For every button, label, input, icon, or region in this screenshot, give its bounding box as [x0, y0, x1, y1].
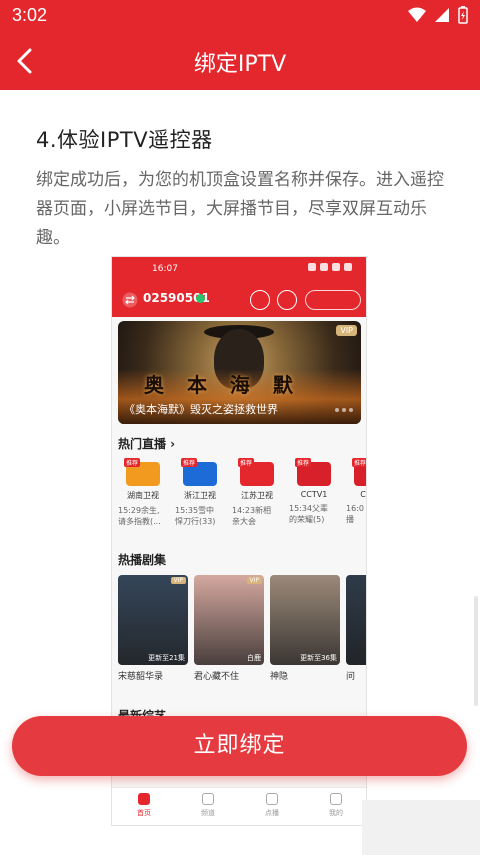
preview-channel: 推荐 CCTV1 15:34父辈 的荣耀(5): [289, 458, 339, 525]
drama-episode: 更新至36集: [300, 654, 337, 662]
bind-now-button[interactable]: 立即绑定: [12, 716, 467, 776]
drama-poster: VIP 更新至21集: [118, 575, 188, 665]
channel-tag: 推荐: [181, 458, 198, 467]
corner-shade: [362, 800, 480, 855]
banner-vip-badge: VIP: [336, 325, 357, 336]
drama-name: 问: [346, 672, 356, 682]
channel-logo-icon: 推荐: [181, 458, 217, 486]
drama-episode: 白鹿: [247, 654, 261, 662]
preview-channel: 推荐湖南卫视 15:29余生, 请多指教(...: [118, 458, 168, 527]
drama-vip-badge: VIP: [170, 577, 186, 584]
preview-tab-bar: 首页 频道 点播 我的: [112, 787, 366, 825]
preview-tab-home: 首页: [112, 788, 176, 825]
page-title: 绑定IPTV: [193, 52, 287, 77]
preview-drama: VIP 白鹿君心藏不住: [194, 575, 264, 682]
channel-program: 16:0 播: [346, 504, 364, 524]
channel-name: 浙江卫视: [184, 491, 216, 500]
preview-channel: 推荐江苏卫视 14:23新相 亲大会: [232, 458, 282, 527]
preview-drama: 问: [346, 575, 366, 682]
signal-icon: [435, 8, 449, 22]
drama-name: 宋慈韶华录: [118, 672, 164, 682]
preview-banner: 奥 本 海 默 VIP 《奥本海默》毁灭之姿拯救世界: [118, 321, 361, 424]
connected-check-icon: [196, 294, 205, 303]
battery-icon: [458, 6, 468, 24]
preview-tab-channel: 频道: [176, 788, 240, 825]
channel-tag: 推荐: [352, 458, 367, 467]
preview-menu-pill: [305, 290, 361, 310]
channel-logo-icon: 推荐: [238, 458, 274, 486]
preview-status-time: 16:07: [152, 264, 178, 274]
preview-status-bar: 16:07: [112, 257, 366, 282]
channel-program: 15:34父辈 的荣耀(5): [289, 504, 329, 524]
drama-poster: VIP 白鹿: [194, 575, 264, 665]
drama-poster: 更新至36集: [270, 575, 340, 665]
status-icons: [408, 6, 468, 24]
preview-tab-vod: 点播: [240, 788, 304, 825]
channel-program: 14:23新相 亲大会: [232, 506, 272, 526]
channel-logo-icon: 推荐: [295, 458, 331, 486]
preview-top-bar: 02590501: [112, 282, 366, 317]
preview-drama: VIP 更新至21集宋慈韶华录: [118, 575, 188, 682]
status-bar: 3:02: [0, 0, 480, 32]
preview-mic-icon: [277, 290, 297, 310]
section-description: 绑定成功后，为您的机顶盒设置名称并保存。进入遥控器页面，小屏选节目，大屏播节目，…: [36, 170, 444, 248]
channel-logo-icon: 推荐: [352, 458, 366, 486]
channel-name: CCTV: [360, 490, 366, 499]
drama-name: 神隐: [270, 672, 289, 682]
channel-logo-icon: 推荐: [124, 458, 160, 486]
channel-name: CCTV1: [300, 490, 328, 499]
drama-name: 君心藏不住: [194, 672, 240, 682]
channel-program: 15:35雪中 悍刀行(33): [175, 506, 216, 526]
preview-drama: 更新至36集神隐: [270, 575, 340, 682]
banner-caption: 《奥本海默》毁灭之姿拯救世界: [124, 403, 278, 416]
channel-program: 15:29余生, 请多指教(...: [118, 506, 161, 526]
preview-tab-mine: 我的: [304, 788, 366, 825]
channel-tag: 推荐: [238, 458, 255, 467]
channel-tag: 推荐: [295, 458, 312, 467]
drama-poster: [346, 575, 366, 665]
section-title: 4.体验IPTV遥控器: [36, 128, 213, 152]
scrollbar[interactable]: [474, 596, 478, 706]
app-bar: 绑定IPTV: [0, 32, 480, 90]
banner-title-art: 奥 本 海 默: [144, 373, 301, 397]
channel-name: 湖南卫视: [127, 491, 159, 500]
status-time: 3:02: [12, 5, 48, 25]
preview-search-icon: [250, 290, 270, 310]
drama-vip-badge: VIP: [246, 577, 262, 584]
preview-channel: 推荐 CCTV 16:0 播: [346, 458, 366, 525]
wifi-icon: [408, 7, 426, 22]
preview-channel: 推荐浙江卫视 15:35雪中 悍刀行(33): [175, 458, 225, 527]
channel-tag: 推荐: [124, 458, 141, 467]
preview-live-heading: 热门直播 ›: [118, 437, 176, 451]
preview-drama-heading: 热播剧集: [118, 553, 167, 567]
drama-episode: 更新至21集: [148, 654, 185, 662]
app-screen: 3:02 绑定IPTV 4.体验IPTV遥控器 绑定成功后，为您的机顶盒设置名称…: [0, 0, 480, 855]
channel-name: 江苏卫视: [241, 491, 273, 500]
swap-icon: [122, 292, 138, 308]
